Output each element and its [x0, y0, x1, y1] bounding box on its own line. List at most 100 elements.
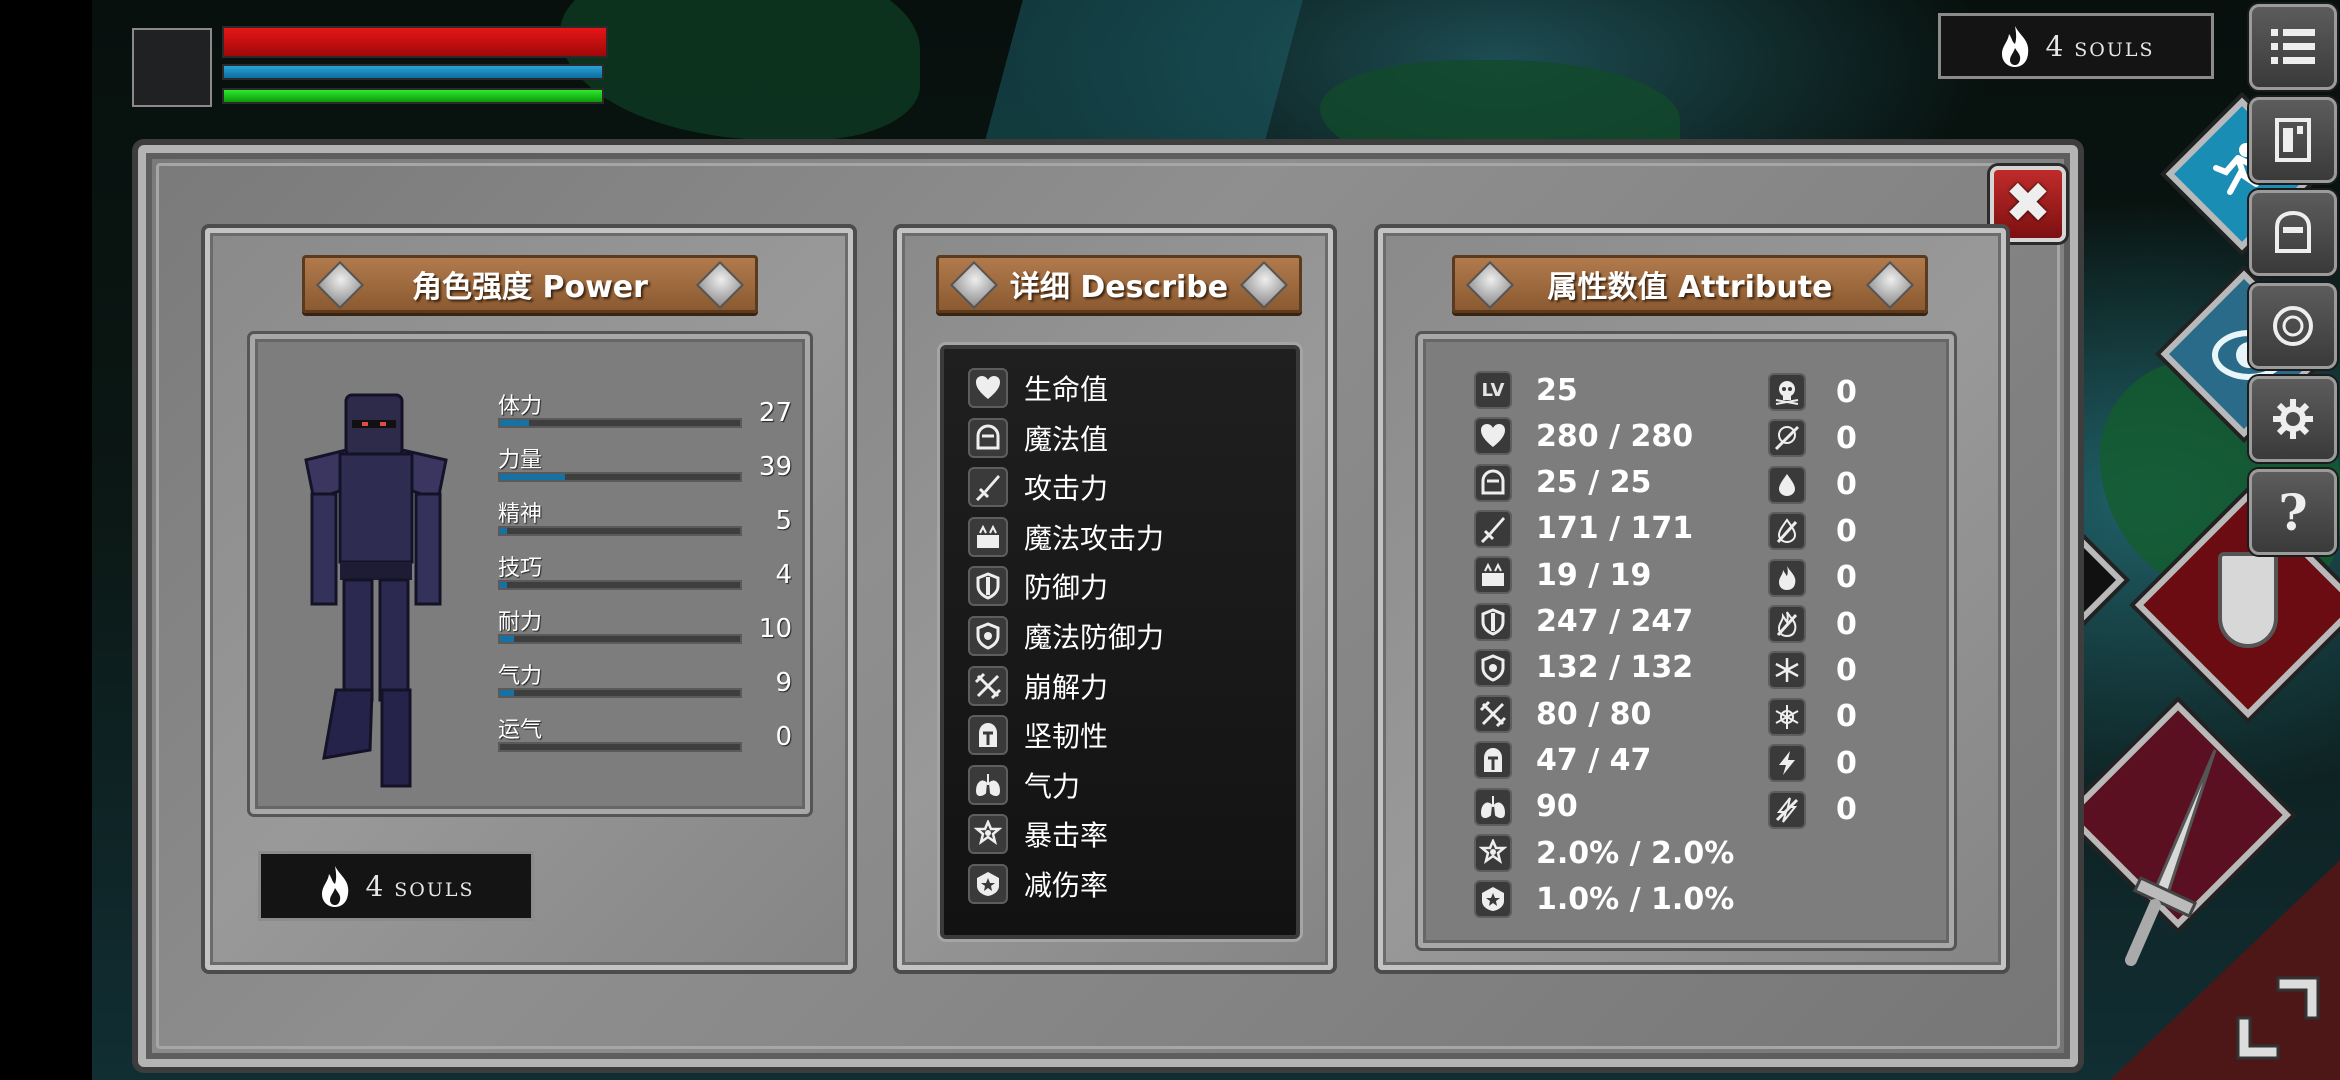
- describe-item-label: 攻击力: [1024, 472, 1109, 506]
- attribute-value: 90: [1536, 789, 1578, 825]
- resistance-value: 0: [1836, 699, 1857, 735]
- attribute-row: 80 / 80: [1474, 695, 1652, 734]
- resistance-row: 0: [1768, 697, 1857, 736]
- close-x-icon: ✖: [2004, 171, 2052, 236]
- describe-item[interactable]: 魔法攻击力: [968, 516, 1164, 557]
- describe-item[interactable]: 气力: [968, 764, 1080, 805]
- heart-icon: [968, 368, 1008, 408]
- help-button[interactable]: ?: [2249, 469, 2337, 555]
- describe-item[interactable]: 暴击率: [968, 814, 1108, 855]
- health-bar: [222, 26, 608, 58]
- break-icon: [968, 665, 1008, 706]
- stat-label: 体力: [498, 394, 543, 419]
- power-stat-row: 运气 0: [498, 712, 798, 756]
- attribute-row: 171 / 171: [1474, 509, 1693, 548]
- describe-item[interactable]: 崩解力: [968, 665, 1109, 706]
- stat-bar: [498, 526, 742, 536]
- stat-bar: [498, 580, 742, 590]
- describe-item[interactable]: 防御力: [968, 566, 1108, 607]
- attribute-value: 80 / 80: [1536, 696, 1652, 732]
- attribute-row: 132 / 132: [1474, 648, 1694, 687]
- describe-item-label: 坚韧性: [1024, 720, 1109, 754]
- describe-item[interactable]: 生命值: [968, 368, 1108, 408]
- describe-item[interactable]: 减伤率: [968, 864, 1108, 904]
- magic-shield-icon: [1474, 648, 1512, 687]
- attribute-row: 19 / 19: [1474, 556, 1651, 595]
- sword-icon: [1474, 509, 1512, 548]
- skill-button[interactable]: [2249, 283, 2337, 369]
- inventory-button[interactable]: [2249, 97, 2337, 183]
- stat-label: 运气: [498, 718, 543, 743]
- critical-star-icon: [1474, 834, 1512, 872]
- armor-button[interactable]: [2249, 190, 2337, 276]
- attribute-title-plank: 属性数值 Attribute: [1452, 255, 1928, 313]
- stat-bar: [498, 634, 742, 644]
- resistance-row: 0: [1768, 373, 1857, 411]
- attack-sword-icon: [2125, 749, 2217, 966]
- describe-item[interactable]: 坚韧性: [968, 715, 1109, 756]
- describe-item[interactable]: 攻击力: [968, 467, 1109, 508]
- attribute-row: 2.0% / 2.0%: [1474, 834, 1734, 872]
- attribute-value: 247 / 247: [1536, 604, 1694, 639]
- resistance-row: 0: [1768, 558, 1857, 597]
- attribute-value: 2.0% / 2.0%: [1536, 835, 1735, 871]
- stat-value: 5: [775, 506, 792, 536]
- attribute-row: 247 / 247: [1474, 602, 1694, 641]
- stat-bar-fill: [500, 582, 508, 588]
- heart-icon: [1474, 417, 1512, 456]
- attribute-value: 25: [1536, 372, 1578, 408]
- stat-value: 10: [758, 614, 792, 644]
- menu-button[interactable]: [2249, 4, 2337, 90]
- knight-helmet-icon: [1474, 741, 1512, 780]
- attribute-row: 280 / 280: [1474, 417, 1693, 456]
- sword-icon: [968, 467, 1008, 508]
- describe-item[interactable]: 魔法防御力: [968, 616, 1164, 656]
- describe-item[interactable]: 魔法值: [968, 417, 1108, 458]
- souls-counter-panel: 4 SOULS: [258, 851, 534, 921]
- power-stat-row: 体力 27: [498, 388, 798, 432]
- stat-bar-fill: [500, 528, 508, 534]
- stat-value: 0: [775, 722, 792, 752]
- stat-value: 39: [758, 452, 792, 482]
- resistance-value: 0: [1836, 374, 1857, 410]
- attribute-value: 132 / 132: [1536, 650, 1694, 686]
- helmet-mana-icon: [968, 417, 1008, 458]
- attribute-row: 25 / 25: [1474, 463, 1652, 502]
- menu-list-icon: [2271, 29, 2315, 64]
- flame-icon: [1998, 24, 2032, 68]
- resistance-value: 0: [1836, 792, 1857, 828]
- lightning-icon: [1768, 744, 1806, 783]
- stat-label: 技巧: [498, 556, 543, 581]
- resistance-value: 0: [1836, 420, 1857, 456]
- describe-item-label: 魔法防御力: [1024, 621, 1165, 654]
- rivet-icon: [1465, 260, 1515, 310]
- expand-corner-icon[interactable]: [2228, 968, 2328, 1068]
- helmet-mana-icon: [1474, 463, 1512, 502]
- power-stat-row: 耐力 10: [498, 604, 798, 648]
- damage-reduce-icon: [968, 864, 1008, 904]
- magic-book-icon: [968, 516, 1008, 557]
- resistance-row: 0: [1768, 465, 1857, 504]
- resistance-row: 0: [1768, 744, 1857, 783]
- stat-label: 力量: [498, 448, 543, 473]
- stamina-bar: [222, 88, 604, 104]
- souls-unit: SOULS: [394, 878, 475, 901]
- shield-icon: [968, 566, 1008, 607]
- settings-gear-icon: [2273, 399, 2313, 439]
- resistance-value: 0: [1836, 745, 1857, 781]
- skull-icon: [1768, 373, 1806, 411]
- player-portrait[interactable]: [132, 28, 212, 107]
- critical-star-icon: [968, 814, 1008, 855]
- attribute-value: 25 / 25: [1536, 465, 1652, 501]
- rivet-icon: [949, 260, 999, 310]
- level-badge: LV: [1481, 379, 1505, 401]
- resistance-value: 0: [1836, 513, 1857, 549]
- settings-button[interactable]: [2249, 376, 2337, 462]
- resistance-row: 0: [1768, 790, 1857, 829]
- describe-title-plank: 详细 Describe: [936, 255, 1302, 313]
- describe-item-label: 崩解力: [1024, 670, 1109, 704]
- help-question-icon: ?: [2278, 482, 2308, 542]
- power-stat-row: 技巧 4: [498, 550, 798, 594]
- resistance-value: 0: [1836, 560, 1857, 596]
- power-stat-row: 气力 9: [498, 658, 798, 702]
